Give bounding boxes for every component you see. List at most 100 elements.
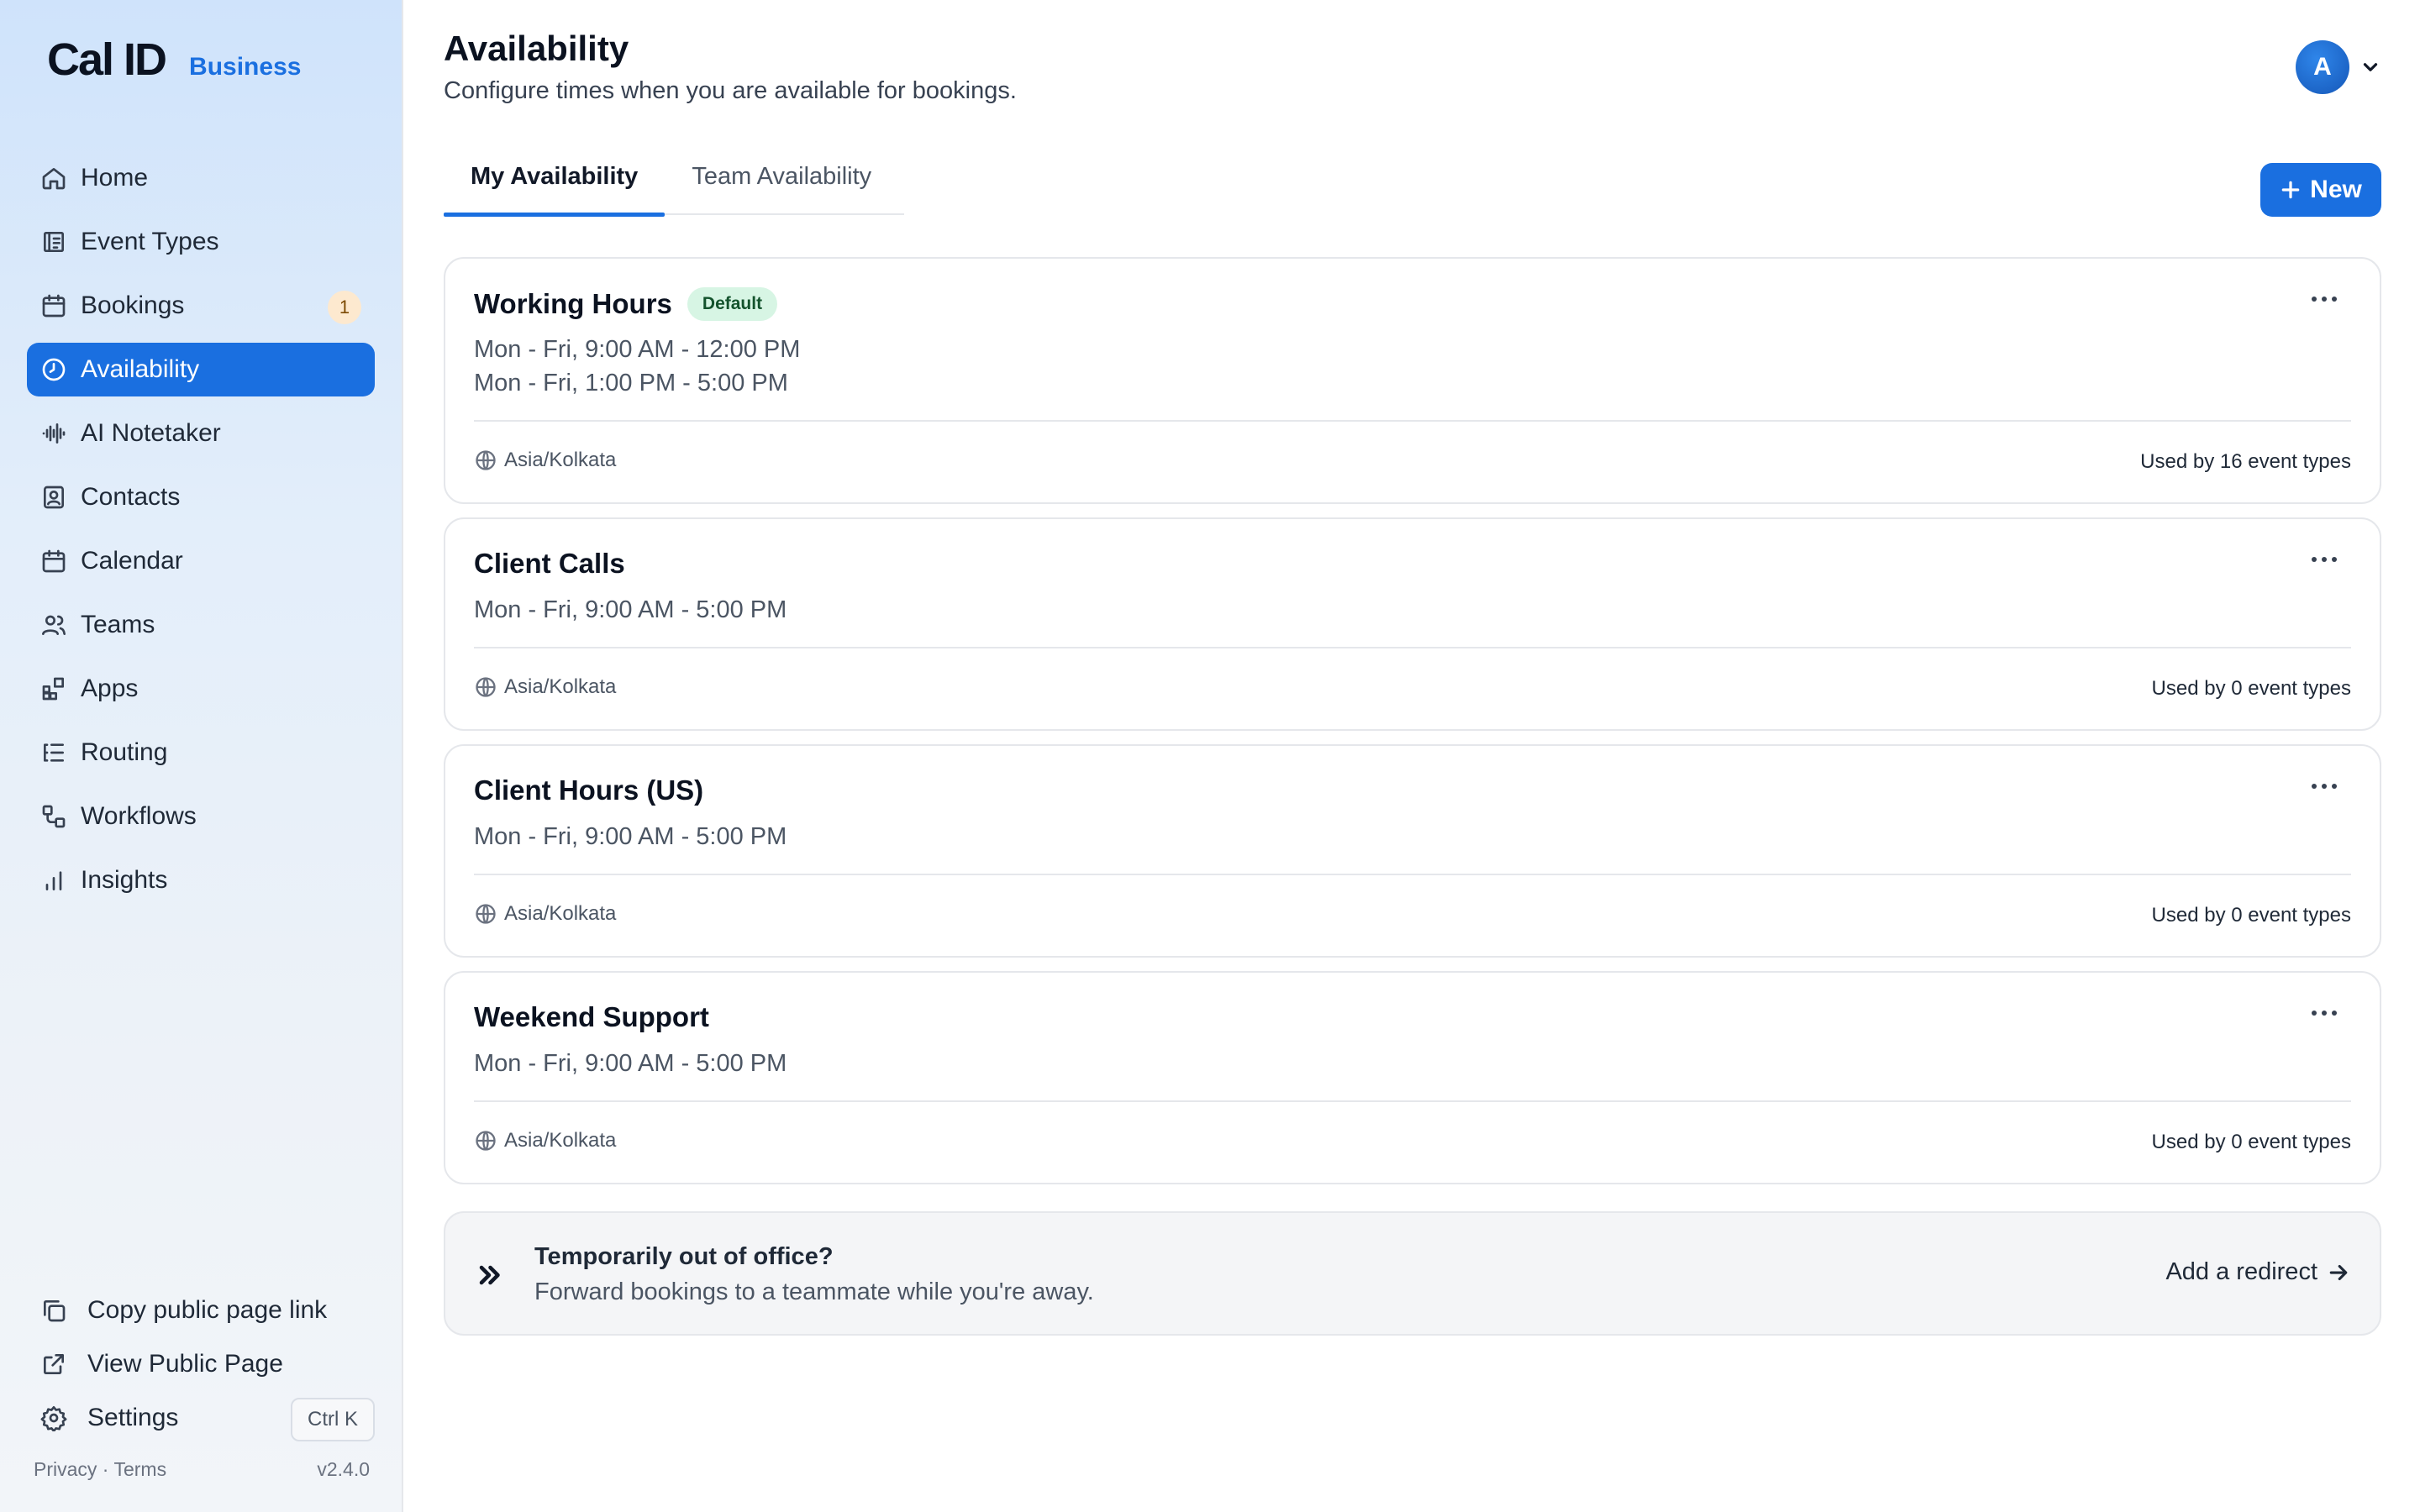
command-shortcut-hint[interactable]: Ctrl K bbox=[291, 1398, 375, 1441]
calendar-icon bbox=[39, 546, 69, 576]
sidebar-item-calendar[interactable]: Calendar bbox=[27, 534, 375, 588]
card-divider bbox=[474, 1100, 2351, 1102]
external-link-icon bbox=[39, 1349, 69, 1379]
avatar[interactable]: A bbox=[2296, 40, 2349, 94]
sidebar-item-ai-notetaker[interactable]: AI Notetaker bbox=[27, 407, 375, 460]
used-by-count: Used by 16 event types bbox=[2140, 450, 2351, 473]
schedule-hours: Mon - Fri, 9:00 AM - 5:00 PM bbox=[474, 823, 787, 850]
sidebar-item-event-types[interactable]: Event Types bbox=[27, 215, 375, 269]
sidebar-footer: Privacy · Terms v2.4.0 bbox=[34, 1458, 370, 1481]
settings-button[interactable]: Settings Ctrl K bbox=[27, 1391, 375, 1445]
timezone-label: Asia/Kolkata bbox=[504, 449, 617, 471]
more-options-icon[interactable] bbox=[2309, 291, 2339, 307]
contacts-icon bbox=[39, 482, 69, 512]
grid-icon bbox=[39, 674, 69, 704]
sidebar-nav: Home Event Types Bookings 1 Availability… bbox=[27, 151, 375, 917]
default-badge: Default bbox=[687, 287, 778, 321]
card-divider bbox=[474, 420, 2351, 422]
timezone-label: Asia/Kolkata bbox=[504, 902, 617, 925]
sidebar-item-contacts[interactable]: Contacts bbox=[27, 470, 375, 524]
more-options-icon[interactable] bbox=[2309, 778, 2339, 795]
users-icon bbox=[39, 610, 69, 640]
clock-icon bbox=[39, 354, 69, 385]
timezone-label: Asia/Kolkata bbox=[504, 1129, 617, 1152]
new-button-label: New bbox=[2310, 176, 2362, 203]
out-of-office-banner: Temporarily out of office? Forward booki… bbox=[444, 1211, 2381, 1336]
more-options-icon[interactable] bbox=[2309, 551, 2339, 568]
add-redirect-link[interactable]: Add a redirect bbox=[2165, 1258, 2351, 1286]
sidebar-item-label: Availability bbox=[81, 355, 200, 383]
schedule-card[interactable]: Client Calls Mon - Fri, 9:00 AM - 5:00 P… bbox=[444, 517, 2381, 731]
used-by-count: Used by 0 event types bbox=[2151, 1131, 2351, 1153]
page-title: Availability bbox=[444, 29, 629, 68]
sidebar-item-bookings[interactable]: Bookings 1 bbox=[27, 279, 375, 333]
sidebar-item-label: Event Types bbox=[81, 228, 219, 255]
arrow-right-icon bbox=[2329, 1264, 2348, 1280]
view-public-page-link[interactable]: View Public Page bbox=[27, 1337, 375, 1391]
schedule-card[interactable]: Working Hours Default Mon - Fri, 9:00 AM… bbox=[444, 257, 2381, 504]
footer-separator: · bbox=[102, 1458, 109, 1480]
globe-icon bbox=[476, 450, 496, 470]
terms-link[interactable]: Terms bbox=[113, 1458, 166, 1480]
timezone: Asia/Kolkata bbox=[474, 675, 616, 699]
plus-icon bbox=[2281, 181, 2300, 199]
availability-tabs: My Availability Team Availability bbox=[444, 151, 904, 217]
main-content: Availability Configure times when you ar… bbox=[444, 0, 2381, 1512]
chevron-down-icon[interactable] bbox=[2360, 56, 2381, 78]
privacy-link[interactable]: Privacy bbox=[34, 1458, 97, 1480]
tab-team-availability[interactable]: Team Availability bbox=[665, 151, 898, 215]
event-types-icon bbox=[39, 227, 69, 257]
new-schedule-button[interactable]: New bbox=[2260, 163, 2381, 217]
copy-public-link-button[interactable]: Copy public page link bbox=[27, 1284, 375, 1337]
timezone-label: Asia/Kolkata bbox=[504, 675, 617, 698]
brand-logo: Cal ID bbox=[47, 34, 167, 85]
used-by-count: Used by 0 event types bbox=[2151, 904, 2351, 927]
workflow-icon bbox=[39, 801, 69, 832]
gear-icon bbox=[39, 1403, 69, 1433]
sidebar-item-availability[interactable]: Availability bbox=[27, 343, 375, 396]
routing-icon bbox=[39, 738, 69, 768]
schedule-name: Client Hours (US) bbox=[474, 774, 704, 806]
sidebar-item-insights[interactable]: Insights bbox=[27, 853, 375, 907]
sidebar-item-label: Routing bbox=[81, 738, 168, 766]
timezone: Asia/Kolkata bbox=[474, 902, 616, 926]
sidebar-item-label: Teams bbox=[81, 611, 155, 638]
schedule-card[interactable]: Weekend Support Mon - Fri, 9:00 AM - 5:0… bbox=[444, 971, 2381, 1184]
add-redirect-label: Add a redirect bbox=[2165, 1258, 2317, 1285]
sidebar-item-label: Workflows bbox=[81, 802, 197, 830]
schedule-title: Working Hours Default bbox=[474, 287, 778, 321]
card-divider bbox=[474, 647, 2351, 648]
used-by-count: Used by 0 event types bbox=[2151, 677, 2351, 700]
sidebar-item-label: Calendar bbox=[81, 547, 183, 575]
schedule-title: Client Calls bbox=[474, 548, 625, 580]
schedule-hours: Mon - Fri, 9:00 AM - 5:00 PM bbox=[474, 596, 787, 623]
timezone: Asia/Kolkata bbox=[474, 449, 616, 472]
sidebar-item-apps[interactable]: Apps bbox=[27, 662, 375, 716]
sidebar-item-teams[interactable]: Teams bbox=[27, 598, 375, 652]
schedule-name: Client Calls bbox=[474, 548, 625, 579]
sidebar-item-label: AI Notetaker bbox=[81, 419, 221, 447]
bookings-count-badge: 1 bbox=[328, 291, 361, 324]
view-public-page-label: View Public Page bbox=[87, 1350, 283, 1378]
page-subtitle: Configure times when you are available f… bbox=[444, 77, 1017, 104]
version-label: v2.4.0 bbox=[317, 1458, 370, 1480]
user-menu[interactable]: A bbox=[2296, 40, 2381, 94]
bar-chart-icon bbox=[39, 865, 69, 895]
brand[interactable]: Cal ID Business bbox=[47, 34, 301, 86]
tab-my-availability[interactable]: My Availability bbox=[444, 151, 666, 217]
schedule-name: Working Hours bbox=[474, 288, 672, 319]
schedule-title: Weekend Support bbox=[474, 1001, 709, 1033]
sidebar-item-home[interactable]: Home bbox=[27, 151, 375, 205]
settings-label: Settings bbox=[87, 1404, 179, 1431]
sidebar-item-label: Insights bbox=[81, 866, 168, 894]
sidebar-item-label: Apps bbox=[81, 675, 139, 702]
sidebar-item-routing[interactable]: Routing bbox=[27, 726, 375, 780]
sidebar-item-label: Bookings bbox=[81, 291, 185, 319]
sidebar-item-workflows[interactable]: Workflows bbox=[27, 790, 375, 843]
schedule-hours: Mon - Fri, 9:00 AM - 5:00 PM bbox=[474, 1050, 787, 1077]
more-options-icon[interactable] bbox=[2309, 1005, 2339, 1021]
card-divider bbox=[474, 874, 2351, 875]
timezone: Asia/Kolkata bbox=[474, 1129, 616, 1152]
schedule-card[interactable]: Client Hours (US) Mon - Fri, 9:00 AM - 5… bbox=[444, 744, 2381, 958]
sidebar-item-label: Contacts bbox=[81, 483, 181, 511]
